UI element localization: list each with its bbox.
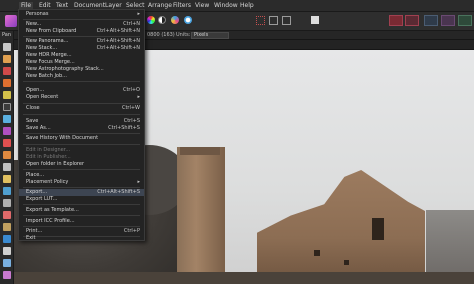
clone-brush-icon[interactable]: [3, 199, 11, 207]
marquee-tool-icon[interactable]: [3, 103, 11, 111]
menu-separator: [23, 226, 140, 227]
menu-separator: [23, 36, 140, 37]
menu-item-personas[interactable]: Personas ▸: [19, 11, 144, 18]
photo-ruin-hole: [314, 250, 320, 256]
brush-tool-icon[interactable]: [3, 67, 11, 75]
snapping-icon[interactable]: [405, 15, 419, 26]
menu-item-open-folder[interactable]: Open folder in Explorer: [19, 161, 144, 168]
submenu-arrow-icon: ▸: [137, 94, 140, 100]
submenu-arrow-icon: ▸: [137, 11, 140, 17]
menu-item-export-lut[interactable]: Export LUT...: [19, 196, 144, 203]
menu-item-save-as[interactable]: Save As... Ctrl+Shift+S: [19, 125, 144, 132]
menu-item-new-batch-job[interactable]: New Batch Job...: [19, 73, 144, 80]
menu-item-new-focus-merge[interactable]: New Focus Merge...: [19, 59, 144, 66]
selection-brush-icon[interactable]: [3, 91, 11, 99]
contrast-icon[interactable]: [158, 16, 166, 24]
paint-brush-icon[interactable]: [3, 139, 11, 147]
menu-item-open-recent[interactable]: Open Recent ▸: [19, 94, 144, 101]
dodge-brush-icon[interactable]: [3, 187, 11, 195]
app-logo-icon: [5, 15, 17, 27]
submenu-arrow-icon: ▸: [137, 179, 140, 185]
photo-chimney: [177, 147, 225, 284]
menu-separator: [23, 114, 140, 115]
zoom-tool-icon[interactable]: [3, 55, 11, 63]
view-mode-icon[interactable]: [458, 15, 472, 26]
photo-ruin-hole: [344, 260, 349, 265]
menu-separator: [23, 169, 140, 170]
marquee-select-icon[interactable]: [256, 16, 265, 25]
white-balance-icon[interactable]: [184, 16, 192, 24]
tools-panel: Pan: [0, 31, 14, 284]
menu-item-place[interactable]: Place...: [19, 172, 144, 179]
menu-item-edit-in-designer: Edit in Designer...: [26, 147, 71, 153]
menu-separator: [23, 204, 140, 205]
menu-item-open[interactable]: Open... Ctrl+O: [19, 87, 144, 94]
shape-tool-icon[interactable]: [3, 235, 11, 243]
text-tool-icon[interactable]: [3, 247, 11, 255]
file-menu-dropdown: Personas ▸ New... Ctrl+N New From Clipboar…: [18, 9, 145, 241]
menu-separator: [23, 187, 140, 188]
menu-item-print[interactable]: Print... Ctrl+P: [19, 228, 144, 235]
hsl-icon[interactable]: [171, 16, 179, 24]
units-label: Units:: [176, 32, 191, 38]
tool-label: Pan: [2, 32, 12, 38]
arrange-icon[interactable]: [424, 15, 438, 26]
crop-tool-icon[interactable]: [3, 79, 11, 87]
menu-separator: [23, 215, 140, 216]
photo-ground: [14, 272, 474, 284]
menu-arrange[interactable]: Arrange: [148, 2, 172, 10]
persona-icon[interactable]: [441, 15, 455, 26]
photo-ruin-window: [372, 218, 384, 240]
view-tool-icon[interactable]: [3, 43, 11, 51]
menu-separator: [23, 144, 140, 145]
menu-separator: [23, 81, 140, 82]
quick-mask-icon[interactable]: [311, 16, 319, 24]
menu-item-new-astro-stack[interactable]: New Astrophotography Stack...: [19, 66, 144, 73]
menu-separator: [23, 103, 140, 104]
healing-brush-icon[interactable]: [3, 211, 11, 219]
menu-item-close[interactable]: Close Ctrl+W: [19, 105, 144, 112]
menu-item-exit[interactable]: Exit: [19, 235, 144, 242]
liquify-tool-icon[interactable]: [3, 271, 11, 279]
menu-item-export[interactable]: Export... Ctrl+Alt+Shift+S: [19, 189, 144, 196]
units-dropdown[interactable]: Pixels: [191, 32, 229, 39]
color-picker-icon[interactable]: [3, 127, 11, 135]
units-value: Pixels: [194, 32, 209, 38]
menu-filters[interactable]: Filters: [173, 2, 191, 10]
erase-brush-icon[interactable]: [3, 151, 11, 159]
menu-item-new-from-clipboard[interactable]: New From Clipboard Ctrl+Alt+Shift+N: [19, 28, 144, 35]
menu-help[interactable]: Help: [240, 2, 254, 10]
sample-tool-icon[interactable]: [3, 259, 11, 267]
menu-view[interactable]: View: [195, 2, 209, 10]
gradient-tool-icon[interactable]: [3, 175, 11, 183]
flood-fill-icon[interactable]: [3, 163, 11, 171]
menu-item-export-as-template[interactable]: Export as Template...: [19, 207, 144, 214]
menu-item-new-panorama[interactable]: New Panorama... Ctrl+Alt+Shift+N: [19, 38, 144, 45]
menu-item-save-history[interactable]: Save History With Document: [19, 135, 144, 142]
menu-item-new-stack[interactable]: New Stack... Ctrl+Alt+Shift+N: [19, 45, 144, 52]
menu-separator: [23, 19, 140, 20]
menu-separator: [23, 133, 140, 134]
selection-mode-icon[interactable]: [269, 16, 278, 25]
assistant-icon[interactable]: [389, 15, 403, 26]
menu-item-edit-in-publisher: Edit in Publisher...: [26, 154, 71, 160]
flood-select-icon[interactable]: [3, 115, 11, 123]
pen-tool-icon[interactable]: [3, 223, 11, 231]
photo-chimney-cap: [180, 147, 220, 155]
menu-item-new[interactable]: New... Ctrl+N: [19, 21, 144, 28]
menu-item-placement-policy[interactable]: Placement Policy ▸: [19, 179, 144, 186]
menu-window[interactable]: Window: [214, 2, 238, 10]
crop-mode-icon[interactable]: [282, 16, 291, 25]
menu-item-save[interactable]: Save Ctrl+S: [19, 118, 144, 125]
menu-item-import-icc[interactable]: Import ICC Profile...: [19, 218, 144, 225]
color-wheel-icon[interactable]: [147, 16, 155, 24]
menu-item-new-hdr-merge[interactable]: New HDR Merge...: [19, 52, 144, 59]
dimensions-readout: 0800 (163): [147, 32, 175, 38]
